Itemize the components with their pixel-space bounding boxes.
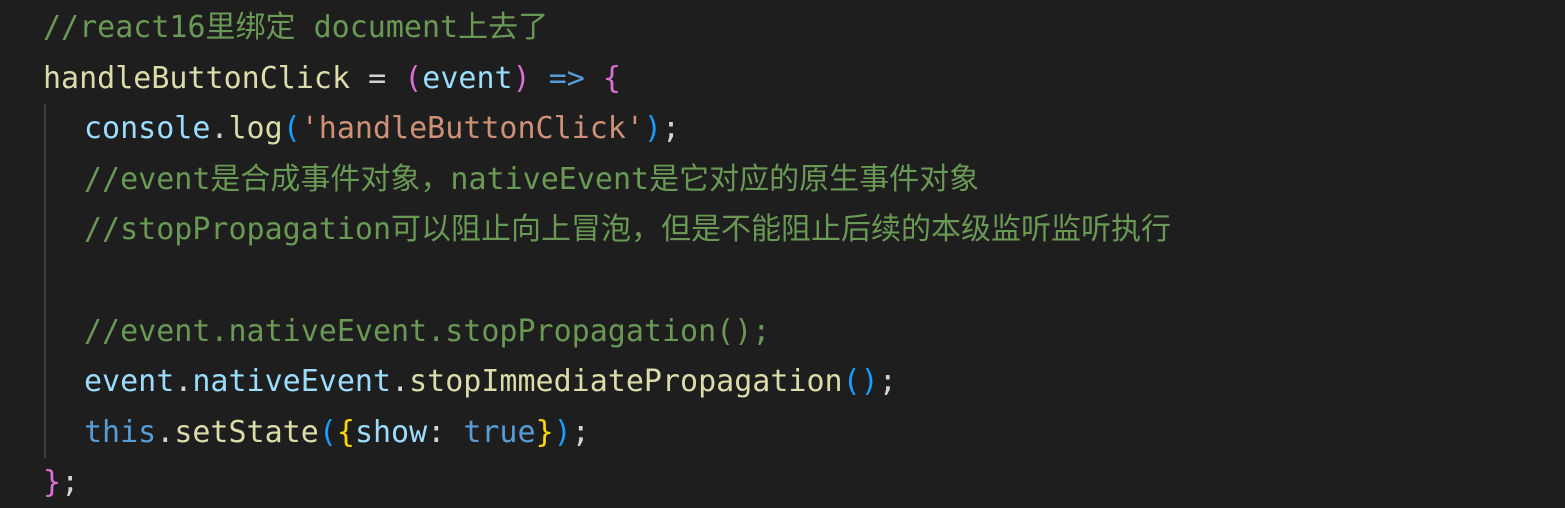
paren-open: ( xyxy=(282,111,301,146)
comment: //react16里绑定 document上去了 xyxy=(43,10,549,45)
dot: . xyxy=(174,364,193,399)
colon: : xyxy=(427,415,464,450)
brace-close: } xyxy=(535,415,554,450)
this-keyword: this xyxy=(84,415,157,450)
semicolon: ; xyxy=(661,111,681,146)
string-literal: 'handleButtonClick' xyxy=(300,111,644,146)
paren-close: ) xyxy=(512,61,531,96)
comment: //event是合成事件对象，nativeEvent是它对应的原生事件对象 xyxy=(84,162,980,197)
arrow-operator: => xyxy=(530,61,603,96)
code-line-8: event.nativeEvent.stopImmediatePropagati… xyxy=(84,357,897,407)
native-event-prop: nativeEvent xyxy=(192,364,392,399)
event-object: event xyxy=(84,364,175,399)
semicolon: ; xyxy=(61,465,80,500)
brace-open: { xyxy=(602,61,621,96)
brace-close: } xyxy=(43,465,62,500)
param-event: event xyxy=(422,61,513,96)
code-editor[interactable]: //react16里绑定 document上去了 handleButtonCli… xyxy=(0,0,1565,500)
dot: . xyxy=(391,364,410,399)
semicolon: ; xyxy=(571,415,590,450)
code-line-3: console.log('handleButtonClick'); xyxy=(84,104,680,154)
paren-close: ) xyxy=(553,415,572,450)
semicolon: ; xyxy=(878,364,897,399)
parens: () xyxy=(842,364,879,399)
code-line-9: this.setState({show: true}); xyxy=(84,408,590,458)
comment: //stopPropagation可以阻止向上冒泡，但是不能阻止后续的本级监听监… xyxy=(84,212,1172,247)
log-method: log xyxy=(228,111,283,146)
code-line-1: //react16里绑定 document上去了 xyxy=(43,3,548,53)
console-object: console xyxy=(84,111,211,146)
function-name: handleButtonClick xyxy=(43,61,351,96)
object-key: show xyxy=(354,415,428,450)
code-line-7: //event.nativeEvent.stopPropagation(); xyxy=(84,307,770,357)
code-line-4: //event是合成事件对象，nativeEvent是它对应的原生事件对象 xyxy=(84,155,979,205)
stop-immediate-method: stopImmediatePropagation xyxy=(409,364,843,399)
paren-open: ( xyxy=(404,61,423,96)
boolean-literal: true xyxy=(463,415,536,450)
paren-close: ) xyxy=(643,111,662,146)
dot: . xyxy=(156,415,175,450)
code-line-2: handleButtonClick = (event) => { xyxy=(43,54,621,104)
code-line-10: }; xyxy=(43,458,79,508)
dot: . xyxy=(210,111,229,146)
code-line-5: //stopPropagation可以阻止向上冒泡，但是不能阻止后续的本级监听监… xyxy=(84,205,1171,255)
indent-guide xyxy=(44,104,46,458)
assign-operator: = xyxy=(350,61,405,96)
comment: //event.nativeEvent.stopPropagation(); xyxy=(84,314,771,349)
paren-open: ( xyxy=(318,415,337,450)
brace-open: { xyxy=(336,415,355,450)
set-state-method: setState xyxy=(174,415,319,450)
